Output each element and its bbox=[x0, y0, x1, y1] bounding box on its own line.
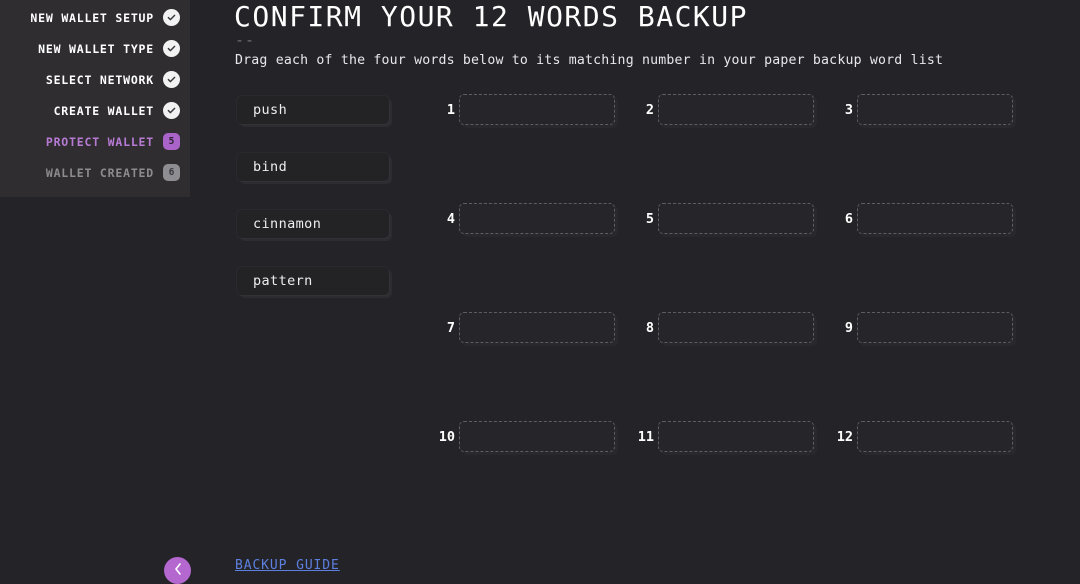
slot-cell: 2 bbox=[632, 94, 831, 203]
slot-cell: 5 bbox=[632, 203, 831, 312]
word-drop-slot[interactable] bbox=[857, 312, 1013, 343]
sidebar-step-label: NEW WALLET SETUP bbox=[30, 10, 154, 25]
draggable-word-chip[interactable]: push bbox=[237, 96, 389, 124]
sidebar-step-1[interactable]: NEW WALLET SETUP bbox=[0, 2, 190, 33]
sidebar-collapse-button[interactable] bbox=[164, 557, 191, 584]
sidebar-step-3[interactable]: SELECT NETWORK bbox=[0, 64, 190, 95]
slot-number-label: 3 bbox=[844, 102, 853, 118]
word-drop-slot[interactable] bbox=[459, 312, 615, 343]
word-drop-slot[interactable] bbox=[857, 203, 1013, 234]
slot-cell: 3 bbox=[831, 94, 1030, 203]
sidebar-step-label: WALLET CREATED bbox=[45, 165, 154, 180]
sidebar-step-label: NEW WALLET TYPE bbox=[38, 41, 154, 56]
check-icon bbox=[163, 71, 180, 88]
sidebar-step-2[interactable]: NEW WALLET TYPE bbox=[0, 33, 190, 64]
draggable-word-chip[interactable]: pattern bbox=[237, 267, 389, 295]
page-title: CONFIRM YOUR 12 WORDS BACKUP bbox=[234, 0, 749, 33]
slot-cell: 8 bbox=[632, 312, 831, 421]
slot-cell: 10 bbox=[433, 421, 632, 530]
word-chip-label: bind bbox=[253, 159, 288, 175]
sidebar-step-number-badge: 6 bbox=[163, 164, 180, 181]
word-drop-slot[interactable] bbox=[459, 203, 615, 234]
slot-number-label: 2 bbox=[645, 102, 654, 118]
word-drop-slot[interactable] bbox=[459, 421, 615, 452]
sidebar-step-label: CREATE WALLET bbox=[53, 103, 154, 118]
slot-cell: 6 bbox=[831, 203, 1030, 312]
word-drop-slot[interactable] bbox=[658, 421, 814, 452]
slot-cell: 12 bbox=[831, 421, 1030, 530]
slot-number-label: 10 bbox=[438, 429, 455, 445]
word-drop-slot[interactable] bbox=[658, 312, 814, 343]
check-icon bbox=[163, 9, 180, 26]
word-slot-grid: 1 2 3 4 5 6 7 8 9 10 11 12 bbox=[433, 94, 1080, 530]
slot-number-label: 1 bbox=[446, 102, 455, 118]
word-chip-label: pattern bbox=[253, 273, 313, 289]
sidebar-step-label: SELECT NETWORK bbox=[45, 72, 154, 87]
slot-number-label: 4 bbox=[446, 211, 455, 227]
slot-number-label: 7 bbox=[446, 320, 455, 336]
slot-number-label: 5 bbox=[645, 211, 654, 227]
slot-row: 10 11 12 bbox=[433, 421, 1080, 530]
sidebar-step-label: PROTECT WALLET bbox=[45, 134, 154, 149]
sidebar-step-6[interactable]: WALLET CREATED 6 bbox=[0, 157, 190, 188]
slot-cell: 7 bbox=[433, 312, 632, 421]
slot-number-label: 6 bbox=[844, 211, 853, 227]
draggable-word-pool: push bind cinnamon pattern bbox=[237, 96, 389, 324]
word-drop-slot[interactable] bbox=[459, 94, 615, 125]
check-icon bbox=[163, 40, 180, 57]
slot-number-label: 12 bbox=[836, 429, 853, 445]
backup-guide-link[interactable]: BACKUP GUIDE bbox=[235, 558, 340, 573]
slot-cell: 11 bbox=[632, 421, 831, 530]
sidebar-steps-panel: NEW WALLET SETUP NEW WALLET TYPE SELECT NE… bbox=[0, 0, 190, 197]
main-content: CONFIRM YOUR 12 WORDS BACKUP -- Drag eac… bbox=[228, 0, 1080, 584]
slot-cell: 1 bbox=[433, 94, 632, 203]
word-drop-slot[interactable] bbox=[857, 421, 1013, 452]
slot-row: 1 2 3 bbox=[433, 94, 1080, 203]
sidebar-step-number-badge: 5 bbox=[163, 133, 180, 150]
sidebar-step-5[interactable]: PROTECT WALLET 5 bbox=[0, 126, 190, 157]
word-chip-label: cinnamon bbox=[253, 216, 322, 232]
slot-number-label: 8 bbox=[645, 320, 654, 336]
title-rule: -- bbox=[235, 31, 256, 49]
draggable-word-chip[interactable]: cinnamon bbox=[237, 210, 389, 238]
slot-cell: 9 bbox=[831, 312, 1030, 421]
word-drop-slot[interactable] bbox=[658, 94, 814, 125]
sidebar-step-4[interactable]: CREATE WALLET bbox=[0, 95, 190, 126]
slot-number-label: 9 bbox=[844, 320, 853, 336]
slot-cell: 4 bbox=[433, 203, 632, 312]
word-drop-slot[interactable] bbox=[857, 94, 1013, 125]
slot-row: 7 8 9 bbox=[433, 312, 1080, 421]
draggable-word-chip[interactable]: bind bbox=[237, 153, 389, 181]
instructions-text: Drag each of the four words below to its… bbox=[235, 53, 944, 68]
check-icon bbox=[163, 102, 180, 119]
chevron-left-icon bbox=[173, 563, 183, 578]
slot-row: 4 5 6 bbox=[433, 203, 1080, 312]
word-chip-label: push bbox=[253, 102, 288, 118]
slot-number-label: 11 bbox=[637, 429, 654, 445]
word-drop-slot[interactable] bbox=[658, 203, 814, 234]
